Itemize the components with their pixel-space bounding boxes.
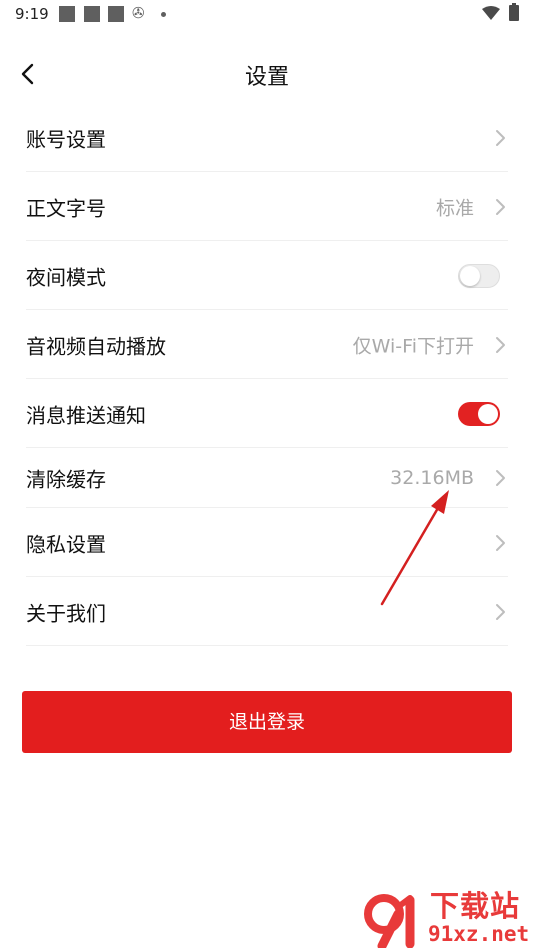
- watermark-domain: 91xz.net: [428, 922, 530, 946]
- push-toggle[interactable]: [458, 401, 500, 426]
- chevron-right-icon: [496, 534, 505, 551]
- night-mode-toggle[interactable]: [458, 263, 500, 288]
- notification-icon: [84, 6, 100, 22]
- setting-row-autoplay[interactable]: 音视频自动播放 仅Wi-Fi下打开: [0, 310, 534, 379]
- setting-row-about[interactable]: 关于我们: [0, 577, 534, 646]
- wifi-icon: [482, 6, 500, 20]
- setting-value: 标准: [435, 197, 474, 219]
- toggle-knob: [478, 403, 498, 424]
- title-bar: 设置: [0, 50, 534, 98]
- setting-label: 正文字号: [26, 196, 106, 220]
- dot-icon: [161, 12, 166, 17]
- setting-label: 夜间模式: [26, 265, 106, 289]
- setting-label: 消息推送通知: [26, 403, 146, 427]
- setting-value: 32.16MB: [390, 467, 474, 489]
- setting-label: 清除缓存: [26, 467, 106, 492]
- chevron-right-icon: [496, 129, 505, 146]
- setting-row-push: 消息推送通知: [0, 379, 534, 448]
- battery-icon: [509, 3, 519, 21]
- setting-row-night-mode: 夜间模式: [0, 241, 534, 310]
- setting-label: 关于我们: [26, 601, 106, 625]
- chevron-right-icon: [496, 336, 505, 353]
- chevron-right-icon: [496, 603, 505, 620]
- setting-label: 音视频自动播放: [26, 334, 166, 358]
- setting-label: 账号设置: [26, 127, 106, 151]
- toggle-knob: [460, 265, 480, 286]
- status-time: 9:19: [15, 5, 49, 23]
- setting-row-account[interactable]: 账号设置: [0, 103, 534, 172]
- watermark-logo-icon: [364, 894, 415, 948]
- chevron-right-icon: [496, 198, 505, 215]
- notification-icon: [59, 6, 75, 22]
- setting-value: 仅Wi-Fi下打开: [352, 335, 474, 357]
- gear-icon: ✇: [132, 4, 145, 22]
- setting-row-privacy[interactable]: 隐私设置: [0, 508, 534, 577]
- divider: [26, 645, 508, 646]
- notification-icon: [108, 6, 124, 22]
- setting-label: 隐私设置: [26, 532, 106, 556]
- watermark: 下载站 91xz.net: [362, 890, 530, 948]
- watermark-brand: 下载站: [430, 889, 521, 923]
- page-title: 设置: [244, 65, 289, 90]
- status-bar: 9:19 ✇: [0, 0, 534, 30]
- setting-row-cache[interactable]: 清除缓存 32.16MB: [0, 448, 534, 508]
- setting-row-font-size[interactable]: 正文字号 标准: [0, 172, 534, 241]
- chevron-right-icon: [496, 470, 505, 486]
- logout-button[interactable]: 退出登录: [22, 691, 512, 753]
